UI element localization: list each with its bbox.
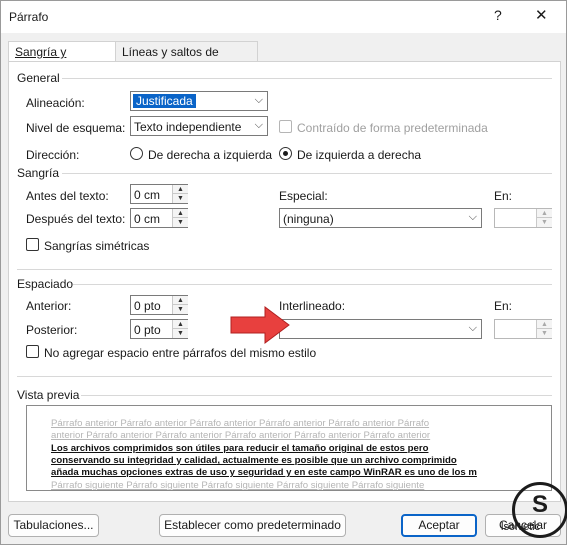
- dialog-title: Párrafo: [9, 10, 49, 24]
- spin-up-icon[interactable]: ▲: [173, 185, 188, 194]
- simetricas-checkbox[interactable]: [26, 238, 39, 251]
- section-sangria: Sangría: [17, 166, 60, 180]
- nivel-label: Nivel de esquema:: [26, 121, 126, 135]
- spin-up-icon[interactable]: ▲: [537, 209, 552, 218]
- spin-down-icon[interactable]: ▼: [173, 218, 188, 227]
- nivel-select[interactable]: Texto independiente ⌵: [130, 116, 268, 136]
- tab-lineas-saltos[interactable]: Líneas y saltos de página: [115, 41, 258, 73]
- spin-down-icon[interactable]: ▼: [537, 218, 552, 227]
- aceptar-label: Aceptar: [418, 518, 460, 532]
- dir-rtl-radio[interactable]: [130, 147, 143, 160]
- despues-spinner[interactable]: 0 cm ▲ ▼: [130, 208, 188, 228]
- posterior-value: 0 pto: [134, 323, 161, 337]
- spin-up-icon[interactable]: ▲: [173, 209, 188, 218]
- posterior-spinner[interactable]: 0 pto ▲ ▼: [130, 319, 188, 339]
- title-bar: Párrafo ? ✕: [1, 1, 566, 33]
- especial-label: Especial:: [279, 189, 328, 203]
- dir-rtl-label: De derecha a izquierda: [148, 148, 273, 162]
- watermark-text: lsolvetic: [501, 521, 541, 533]
- dir-ltr-radio[interactable]: [279, 147, 292, 160]
- contraido-label: Contraído de forma predeterminada: [297, 121, 488, 135]
- alineacion-select[interactable]: Justificada ⌵: [130, 91, 268, 111]
- divider: [17, 269, 552, 270]
- preview-body-line: Los archivos comprimidos son útiles para…: [51, 443, 429, 454]
- alineacion-value: Justificada: [133, 94, 196, 108]
- preview-body-line: conservando su integridad y calidad, act…: [51, 455, 457, 466]
- close-button[interactable]: ✕: [535, 6, 548, 24]
- spinner-buttons: ▲ ▼: [172, 209, 188, 227]
- interlineado-select[interactable]: ⌵: [279, 319, 482, 339]
- alineacion-label: Alineación:: [26, 96, 85, 110]
- anterior-spinner[interactable]: 0 pto ▲ ▼: [130, 295, 188, 315]
- contraido-checkbox[interactable]: [279, 120, 292, 133]
- despues-value: 0 cm: [134, 212, 161, 226]
- no-agregar-checkbox[interactable]: [26, 345, 39, 358]
- simetricas-label: Sangrías simétricas: [44, 239, 150, 253]
- preview-next-line: Párrafo siguiente Párrafo siguiente Párr…: [51, 480, 425, 491]
- section-general: General: [17, 71, 60, 85]
- tabulaciones-label: Tabulaciones...: [13, 518, 94, 532]
- spinner-buttons: ▲ ▼: [536, 209, 552, 227]
- divider: [17, 376, 552, 377]
- antes-label: Antes del texto:: [26, 189, 109, 203]
- predeterminado-button[interactable]: Establecer como predeterminado: [159, 514, 346, 537]
- preview-prev-line: anterior Párrafo anterior Párrafo anteri…: [51, 430, 431, 441]
- help-button[interactable]: ?: [494, 7, 502, 23]
- especial-select[interactable]: (ninguna) ⌵: [279, 208, 482, 228]
- red-arrow-icon: [230, 306, 290, 344]
- antes-value: 0 cm: [134, 188, 161, 202]
- posterior-label: Posterior:: [26, 323, 78, 337]
- section-divider: [62, 173, 552, 174]
- chevron-down-icon: ⌵: [468, 211, 477, 223]
- tabulaciones-button[interactable]: Tabulaciones...: [8, 514, 99, 537]
- espaciado-en-label: En:: [494, 299, 513, 313]
- anterior-value: 0 pto: [134, 299, 161, 313]
- watermark-glyph: S: [532, 491, 549, 518]
- sangria-en-spinner[interactable]: ▲ ▼: [494, 208, 552, 228]
- chevron-down-icon: ⌵: [468, 322, 477, 334]
- no-agregar-label: No agregar espacio entre párrafos del mi…: [44, 346, 317, 360]
- predeterminado-label: Establecer como predeterminado: [164, 518, 341, 532]
- antes-spinner[interactable]: 0 cm ▲ ▼: [130, 184, 188, 204]
- section-divider: [62, 78, 552, 79]
- spin-up-icon[interactable]: ▲: [173, 320, 188, 329]
- spinner-buttons: ▲ ▼: [172, 185, 188, 203]
- spinner-buttons: ▲ ▼: [172, 296, 188, 314]
- spinner-buttons: ▲ ▼: [536, 320, 552, 338]
- nivel-value: Texto independiente: [134, 120, 242, 134]
- spin-up-icon[interactable]: ▲: [537, 320, 552, 329]
- spin-down-icon[interactable]: ▼: [173, 305, 188, 314]
- sangria-en-label: En:: [494, 189, 513, 203]
- preview-box: Párrafo anterior Párrafo anterior Párraf…: [26, 405, 552, 491]
- spin-down-icon[interactable]: ▼: [173, 329, 188, 338]
- preview-prev-line: Párrafo anterior Párrafo anterior Párraf…: [51, 418, 430, 429]
- direccion-label: Dirección:: [26, 148, 80, 162]
- dir-ltr-label: De izquierda a derecha: [297, 148, 422, 162]
- tab-sangria-espacio[interactable]: Sangría y espacio: [8, 41, 116, 73]
- spinner-buttons: ▲ ▼: [172, 320, 188, 338]
- chevron-down-icon: ⌵: [254, 119, 263, 131]
- especial-value: (ninguna): [283, 212, 334, 226]
- preview-body-line: añada muchas opciones extras de uso y se…: [51, 467, 477, 478]
- section-espaciado: Espaciado: [17, 277, 74, 291]
- spin-down-icon[interactable]: ▼: [173, 194, 188, 203]
- spin-down-icon[interactable]: ▼: [537, 329, 552, 338]
- section-vista-previa: Vista previa: [17, 388, 80, 402]
- spin-up-icon[interactable]: ▲: [173, 296, 188, 305]
- paragraph-dialog: Párrafo ? ✕ Sangría y espacio Líneas y s…: [0, 0, 567, 545]
- anterior-label: Anterior:: [26, 299, 72, 313]
- section-divider: [73, 284, 552, 285]
- chevron-down-icon: ⌵: [254, 94, 263, 106]
- despues-label: Después del texto:: [26, 212, 126, 226]
- section-divider: [81, 395, 552, 396]
- aceptar-button[interactable]: Aceptar: [401, 514, 477, 537]
- espaciado-en-spinner[interactable]: ▲ ▼: [494, 319, 552, 339]
